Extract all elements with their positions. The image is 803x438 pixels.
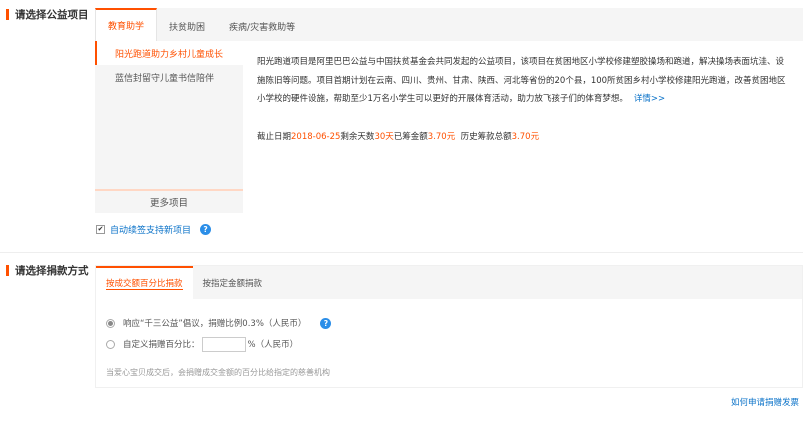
project-description-text: 阳光跑道项目是阿里巴巴公益与中国扶贫基金会共同发起的公益项目，该项目在贫困地区小… <box>257 57 786 104</box>
help-icon[interactable]: ? <box>320 317 332 329</box>
project-list: 阳光跑道助力乡村儿童成长 蓝信封留守儿童书信陪伴 <box>95 41 243 213</box>
tab-disease-disaster[interactable]: 疾病/灾害救助等 <box>217 11 307 41</box>
project-panel: 教育助学 扶贫助困 疾病/灾害救助等 阳光跑道助力乡村儿童成长 蓝信封留守儿童书… <box>95 8 803 213</box>
tab-percentage-donation-label: 按成交额百分比捐款 <box>106 279 183 290</box>
project-item-sunshine-track[interactable]: 阳光跑道助力乡村儿童成长 <box>95 41 243 65</box>
remaining-label: 剩余天数 <box>340 131 375 142</box>
invoice-apply-link[interactable]: 如何申请捐赠发票 <box>731 396 799 408</box>
radio-default-ratio[interactable] <box>106 318 115 328</box>
option-custom-label: 自定义捐赠百分比： <box>123 340 200 350</box>
auto-renew-checkbox[interactable]: ✔ <box>96 224 105 234</box>
auto-renew-label[interactable]: 自动续签支持新项目 <box>110 223 191 236</box>
raised-label: 已筹金额 <box>393 131 428 142</box>
radio-custom-ratio[interactable] <box>106 339 115 349</box>
deadline-label: 截止日期 <box>257 131 292 142</box>
donation-option-default: 响应“千三公益”倡议，捐赠比例0.3%（人民币） ? <box>106 316 332 330</box>
project-content: 阳光跑道项目是阿里巴巴公益与中国扶贫基金会共同发起的公益项目，该项目在贫困地区小… <box>243 41 803 213</box>
project-tabs: 教育助学 扶贫助困 疾病/灾害救助等 <box>95 8 307 41</box>
title-accent-bar <box>6 8 9 20</box>
section-title-project-text: 请选择公益项目 <box>15 8 89 21</box>
help-icon[interactable]: ? <box>200 223 212 235</box>
donation-note: 当爱心宝贝成交后，会捐赠成交金额的百分比给指定的慈善机构 <box>106 368 330 377</box>
tab-percentage-donation[interactable]: 按成交额百分比捐款 <box>96 266 193 299</box>
title-accent-bar <box>6 264 9 276</box>
deadline-date: 2018-06-25 <box>291 131 341 142</box>
project-item-blue-envelope[interactable]: 蓝信封留守儿童书信陪伴 <box>95 65 243 89</box>
tab-fixed-amount-donation[interactable]: 按指定金额捐款 <box>193 267 273 299</box>
section-title-donation-text: 请选择捐款方式 <box>15 264 89 277</box>
more-projects-button[interactable]: 更多项目 <box>95 189 243 213</box>
auto-renew-row: ✔ 自动续签支持新项目 ? <box>96 222 212 236</box>
remaining-days: 30天 <box>374 131 394 142</box>
project-stats: 截止日期2018-06-25剩余天数30天已筹金额3.70元 历史筹款总额3.7… <box>257 130 791 144</box>
history-label: 历史筹款总额 <box>460 131 512 142</box>
section-title-project: 请选择公益项目 <box>6 7 89 21</box>
option-default-label: 响应“千三公益”倡议，捐赠比例0.3%（人民币） <box>123 319 307 329</box>
tab-poverty[interactable]: 扶贫助困 <box>157 11 217 41</box>
donation-panel: 按成交额百分比捐款 按指定金额捐款 响应“千三公益”倡议，捐赠比例0.3%（人民… <box>95 265 803 388</box>
raised-amount: 3.70元 <box>427 131 456 142</box>
project-description: 阳光跑道项目是阿里巴巴公益与中国扶贫基金会共同发起的公益项目，该项目在贫困地区小… <box>257 53 791 109</box>
details-link[interactable]: 详情>> <box>634 94 665 104</box>
donation-option-custom: 自定义捐赠百分比： %（人民币） <box>106 336 299 352</box>
tab-education[interactable]: 教育助学 <box>95 8 158 41</box>
option-custom-suffix: %（人民币） <box>247 340 299 350</box>
section-title-donation: 请选择捐款方式 <box>6 263 89 277</box>
history-amount: 3.70元 <box>511 131 540 142</box>
section-divider <box>0 252 803 253</box>
custom-percentage-input[interactable] <box>201 336 246 352</box>
donation-tabs: 按成交额百分比捐款 按指定金额捐款 <box>96 266 802 299</box>
